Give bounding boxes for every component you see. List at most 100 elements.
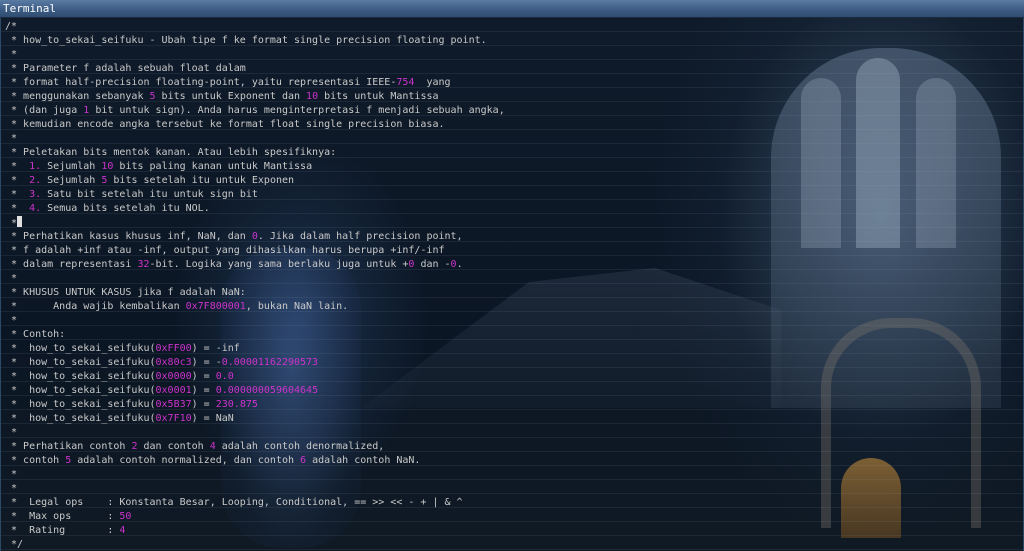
code-text: * <box>5 427 18 438</box>
code-text: Sejumlah <box>41 161 102 172</box>
code-text: dan contoh <box>137 441 210 452</box>
code-text: adalah contoh denormalized, <box>215 441 385 452</box>
code-number: 0x0001 <box>155 385 192 396</box>
title-bar[interactable]: Terminal <box>0 0 1024 18</box>
code-text: * <box>5 469 18 480</box>
code-text: ) = <box>191 385 216 396</box>
code-text: yang <box>414 77 451 88</box>
code-line: * <box>5 48 505 62</box>
code-text: * Rating : <box>5 525 120 536</box>
code-text: * how_to_sekai_seifuku( <box>5 371 156 382</box>
code-number: 0x0000 <box>155 371 192 382</box>
code-line: * <box>5 426 505 440</box>
code-text: * <box>5 203 30 214</box>
code-text: Sejumlah <box>41 175 102 186</box>
code-number: 754 <box>396 77 415 88</box>
code-text: * Anda wajib kembalikan <box>5 301 186 312</box>
code-line: * contoh 5 adalah contoh normalized, dan… <box>5 454 505 468</box>
code-line: * (dan juga 1 bit untuk sign). Anda haru… <box>5 104 505 118</box>
code-text: * how_to_sekai_seifuku - Ubah tipe f ke … <box>5 35 487 46</box>
code-text: bits untuk Mantissa <box>318 91 439 102</box>
code-line: * 3. Satu bit setelah itu untuk sign bit <box>5 188 505 202</box>
code-text: adalah contoh NaN. <box>306 455 421 466</box>
code-line: * 2. Sejumlah 5 bits setelah itu untuk E… <box>5 174 505 188</box>
code-text: ) = NaN <box>191 413 234 424</box>
code-text: Satu bit setelah itu untuk sign bit <box>41 189 258 200</box>
code-line: * f adalah +inf atau -inf, output yang d… <box>5 244 505 258</box>
code-line: * how_to_sekai_seifuku - Ubah tipe f ke … <box>5 34 505 48</box>
code-text: * <box>5 133 18 144</box>
code-line: * <box>5 272 505 286</box>
code-line: * menggunakan sebanyak 5 bits untuk Expo… <box>5 90 505 104</box>
code-number: 4 <box>119 525 126 536</box>
code-text: * Max ops : <box>5 511 120 522</box>
code-number: 0x7F10 <box>155 413 192 424</box>
code-text: * kemudian encode angka tersebut ke form… <box>5 119 445 130</box>
code-text: bit untuk sign). Anda harus menginterpre… <box>89 105 505 116</box>
code-text: * <box>5 175 30 186</box>
code-text: ) = <box>191 399 216 410</box>
code-line: * Anda wajib kembalikan 0x7F800001, buka… <box>5 300 505 314</box>
code-number: 0.000000059604645 <box>215 385 319 396</box>
code-line: * Legal ops : Konstanta Besar, Looping, … <box>5 496 505 510</box>
code-text: * how_to_sekai_seifuku( <box>5 343 156 354</box>
code-line: * 1. Sejumlah 10 bits paling kanan untuk… <box>5 160 505 174</box>
code-text: * how_to_sekai_seifuku( <box>5 357 156 368</box>
code-text: * menggunakan sebanyak <box>5 91 150 102</box>
code-text: . Jika dalam half precision point, <box>257 231 463 242</box>
code-text: * f adalah +inf atau -inf, output yang d… <box>5 245 445 256</box>
code-line: * how_to_sekai_seifuku(0xFF00) = -inf <box>5 342 505 356</box>
code-text: * Legal ops : Konstanta Besar, Looping, … <box>5 497 463 508</box>
code-text: */ <box>5 539 24 550</box>
code-line: * Max ops : 50 <box>5 510 505 524</box>
code-text: , bukan NaN lain. <box>245 301 349 312</box>
code-line: * <box>5 216 505 230</box>
code-text: * <box>5 273 18 284</box>
code-number: 230.875 <box>215 399 258 410</box>
code-text: -bit. Logika yang sama berlaku juga untu… <box>149 259 409 270</box>
code-number: 10 <box>101 161 114 172</box>
code-text: * Contoh: <box>5 329 66 340</box>
code-text: * (dan juga <box>5 105 84 116</box>
code-line: * Peletakan bits mentok kanan. Atau lebi… <box>5 146 505 160</box>
code-text: * Perhatikan contoh <box>5 441 132 452</box>
code-line: * Perhatikan contoh 2 dan contoh 4 adala… <box>5 440 505 454</box>
code-line: * kemudian encode angka tersebut ke form… <box>5 118 505 132</box>
code-line: * how_to_sekai_seifuku(0x7F10) = NaN <box>5 412 505 426</box>
code-line: * 4. Semua bits setelah itu NOL. <box>5 202 505 216</box>
code-text: * <box>5 189 30 200</box>
code-line: * how_to_sekai_seifuku(0x5B37) = 230.875 <box>5 398 505 412</box>
code-line: * Contoh: <box>5 328 505 342</box>
code-text: bits setelah itu untuk Exponen <box>107 175 295 186</box>
code-number: 1. <box>29 161 42 172</box>
code-number: 0.0 <box>215 371 234 382</box>
code-number: 0x5B37 <box>155 399 192 410</box>
terminal-window: Terminal /* * how_to_sekai_seifuku - Uba… <box>0 0 1024 551</box>
code-text: * how_to_sekai_seifuku( <box>5 385 156 396</box>
code-text: * how_to_sekai_seifuku( <box>5 413 156 424</box>
code-number: 0x80c3 <box>155 357 192 368</box>
code-text: * format half-precision floating-point, … <box>5 77 397 88</box>
code-text: ) = <box>191 371 216 382</box>
code-line: * Perhatikan kasus khusus inf, NaN, dan … <box>5 230 505 244</box>
code-text: ) = -inf <box>191 343 240 354</box>
code-number: 2. <box>29 175 42 186</box>
code-number: 0.00001162290573 <box>221 357 319 368</box>
code-line: */ <box>5 538 505 551</box>
code-line: * Rating : 4 <box>5 524 505 538</box>
terminal-viewport[interactable]: /* * how_to_sekai_seifuku - Ubah tipe f … <box>0 18 1024 551</box>
code-comment-block[interactable]: /* * how_to_sekai_seifuku - Ubah tipe f … <box>5 20 505 551</box>
code-line: * <box>5 314 505 328</box>
code-line: /* <box>5 20 505 34</box>
code-text: * <box>5 315 18 326</box>
code-line: * how_to_sekai_seifuku(0x0000) = 0.0 <box>5 370 505 384</box>
code-line: * Parameter f adalah sebuah float dalam <box>5 62 505 76</box>
code-number: 4. <box>29 203 42 214</box>
code-text: dan - <box>414 259 451 270</box>
code-text: * how_to_sekai_seifuku( <box>5 399 156 410</box>
code-text: ) = - <box>191 357 222 368</box>
code-line: * how_to_sekai_seifuku(0x0001) = 0.00000… <box>5 384 505 398</box>
code-number: 50 <box>119 511 132 522</box>
code-line: * <box>5 482 505 496</box>
code-number: 3. <box>29 189 42 200</box>
